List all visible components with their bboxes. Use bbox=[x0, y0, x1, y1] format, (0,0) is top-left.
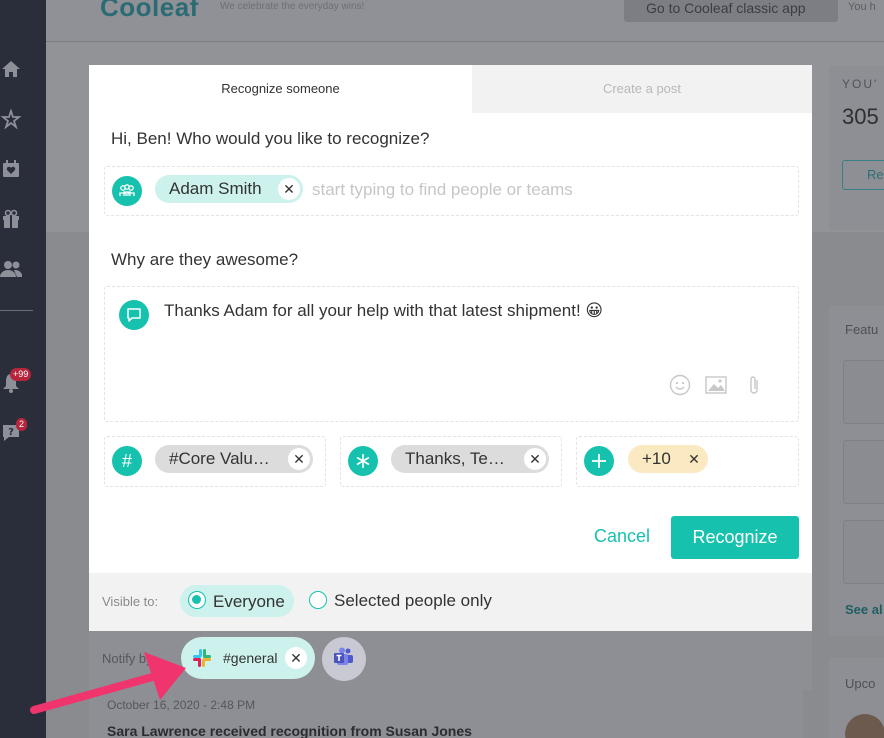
core-value-chip[interactable]: #Core Valu… ✕ bbox=[155, 445, 313, 473]
teams-icon bbox=[333, 647, 355, 672]
people-icon[interactable] bbox=[0, 258, 22, 280]
tab-create-post[interactable]: Create a post bbox=[472, 65, 812, 113]
help-badge: 2 bbox=[16, 418, 28, 431]
message-text[interactable]: Thanks Adam for all your help with that … bbox=[164, 301, 603, 321]
core-value-field[interactable]: # #Core Valu… ✕ bbox=[104, 436, 326, 487]
selected-people-radio[interactable] bbox=[309, 591, 327, 609]
group-icon bbox=[112, 176, 142, 206]
tagline: We celebrate the everyday wins! bbox=[220, 1, 365, 12]
points-value: 305 bbox=[842, 104, 879, 129]
everyone-label: Everyone bbox=[213, 592, 285, 611]
points-card: YOU' 305 Re bbox=[829, 66, 884, 230]
featured-label: Featu bbox=[845, 322, 879, 337]
notifications-badge: +99 bbox=[10, 368, 32, 381]
recipient-chip-label: Adam Smith bbox=[169, 179, 262, 198]
calendar-heart-icon[interactable] bbox=[0, 158, 22, 180]
avatar[interactable] bbox=[845, 714, 884, 738]
tab-recognize-someone[interactable]: Recognize someone bbox=[89, 65, 472, 113]
core-value-label: #Core Valu… bbox=[169, 449, 270, 468]
badge-chip[interactable]: Thanks, Te… ✕ bbox=[391, 445, 549, 473]
visibility-bar: Visible to: Everyone Selected people onl… bbox=[89, 573, 812, 631]
see-all-link[interactable]: See al bbox=[845, 602, 883, 617]
chat-icon bbox=[119, 300, 149, 330]
remove-core-value-icon[interactable]: ✕ bbox=[288, 448, 310, 470]
slack-channel-label: #general bbox=[223, 650, 278, 666]
selected-people-label[interactable]: Selected people only bbox=[334, 591, 492, 611]
visible-to-label: Visible to: bbox=[102, 594, 159, 609]
points-chip[interactable]: +10 ✕ bbox=[628, 445, 708, 473]
recognition-modal: Recognize someone Create a post Hi, Ben!… bbox=[89, 65, 812, 573]
image-icon[interactable] bbox=[704, 373, 728, 397]
slack-channel-chip[interactable]: #general ✕ bbox=[181, 637, 315, 679]
top-right-text: You h bbox=[848, 1, 876, 13]
featured-item[interactable] bbox=[843, 440, 884, 504]
featured-card: Featu See al bbox=[829, 306, 884, 636]
points-label: YOU' bbox=[842, 77, 879, 91]
recipient-chip[interactable]: Adam Smith ✕ bbox=[155, 175, 303, 203]
modal-tabs: Recognize someone Create a post bbox=[89, 65, 812, 113]
everyone-radio[interactable] bbox=[188, 591, 206, 609]
sidebar-divider bbox=[0, 310, 33, 311]
classic-app-button[interactable]: Go to Cooleaf classic app bbox=[624, 0, 838, 22]
recipient-placeholder[interactable]: start typing to find people or teams bbox=[312, 180, 573, 200]
visibility-everyone-option[interactable]: Everyone bbox=[180, 585, 294, 617]
svg-text:?: ? bbox=[8, 427, 14, 438]
top-bar: Cooleaf We celebrate the everyday wins! … bbox=[46, 0, 884, 42]
upcoming-label: Upco bbox=[845, 676, 876, 691]
recipient-field[interactable]: Adam Smith ✕ start typing to find people… bbox=[104, 166, 799, 216]
teams-button[interactable] bbox=[322, 637, 366, 681]
reason-question: Why are they awesome? bbox=[111, 250, 299, 269]
feed-title[interactable]: Sara Lawrence received recognition from … bbox=[107, 723, 472, 738]
remove-slack-icon[interactable]: ✕ bbox=[285, 647, 307, 669]
notify-bar: Notify by: #general ✕ bbox=[89, 631, 812, 690]
remove-badge-icon[interactable]: ✕ bbox=[524, 448, 546, 470]
feed-item: October 16, 2020 - 2:48 PM Sara Lawrence… bbox=[89, 690, 803, 738]
featured-item[interactable] bbox=[843, 360, 884, 424]
asterisk-icon bbox=[348, 446, 378, 476]
recipient-question: Hi, Ben! Who would you like to recognize… bbox=[111, 129, 430, 148]
featured-item[interactable] bbox=[843, 520, 884, 584]
annotation-arrow bbox=[30, 652, 186, 714]
plus-icon bbox=[584, 446, 614, 476]
cancel-button[interactable]: Cancel bbox=[582, 516, 662, 556]
redeem-button[interactable]: Re bbox=[842, 160, 884, 190]
points-field[interactable]: +10 ✕ bbox=[576, 436, 799, 487]
badge-field[interactable]: Thanks, Te… ✕ bbox=[340, 436, 562, 487]
badge-label: Thanks, Te… bbox=[405, 449, 505, 468]
remove-points-icon[interactable]: ✕ bbox=[683, 448, 705, 470]
attachment-icon[interactable] bbox=[742, 373, 766, 397]
points-label: +10 bbox=[642, 449, 671, 468]
hashtag-icon: # bbox=[112, 446, 142, 476]
recognize-button[interactable]: Recognize bbox=[671, 516, 799, 559]
sidebar: +99 ? 2 bbox=[0, 0, 46, 738]
emoji-icon[interactable] bbox=[668, 373, 692, 397]
logo[interactable]: Cooleaf bbox=[100, 0, 199, 23]
upcoming-card: Upco bbox=[829, 658, 884, 738]
awards-icon[interactable] bbox=[0, 108, 22, 130]
home-icon[interactable] bbox=[0, 58, 22, 80]
gift-icon[interactable] bbox=[0, 208, 22, 230]
remove-recipient-icon[interactable]: ✕ bbox=[278, 178, 300, 200]
